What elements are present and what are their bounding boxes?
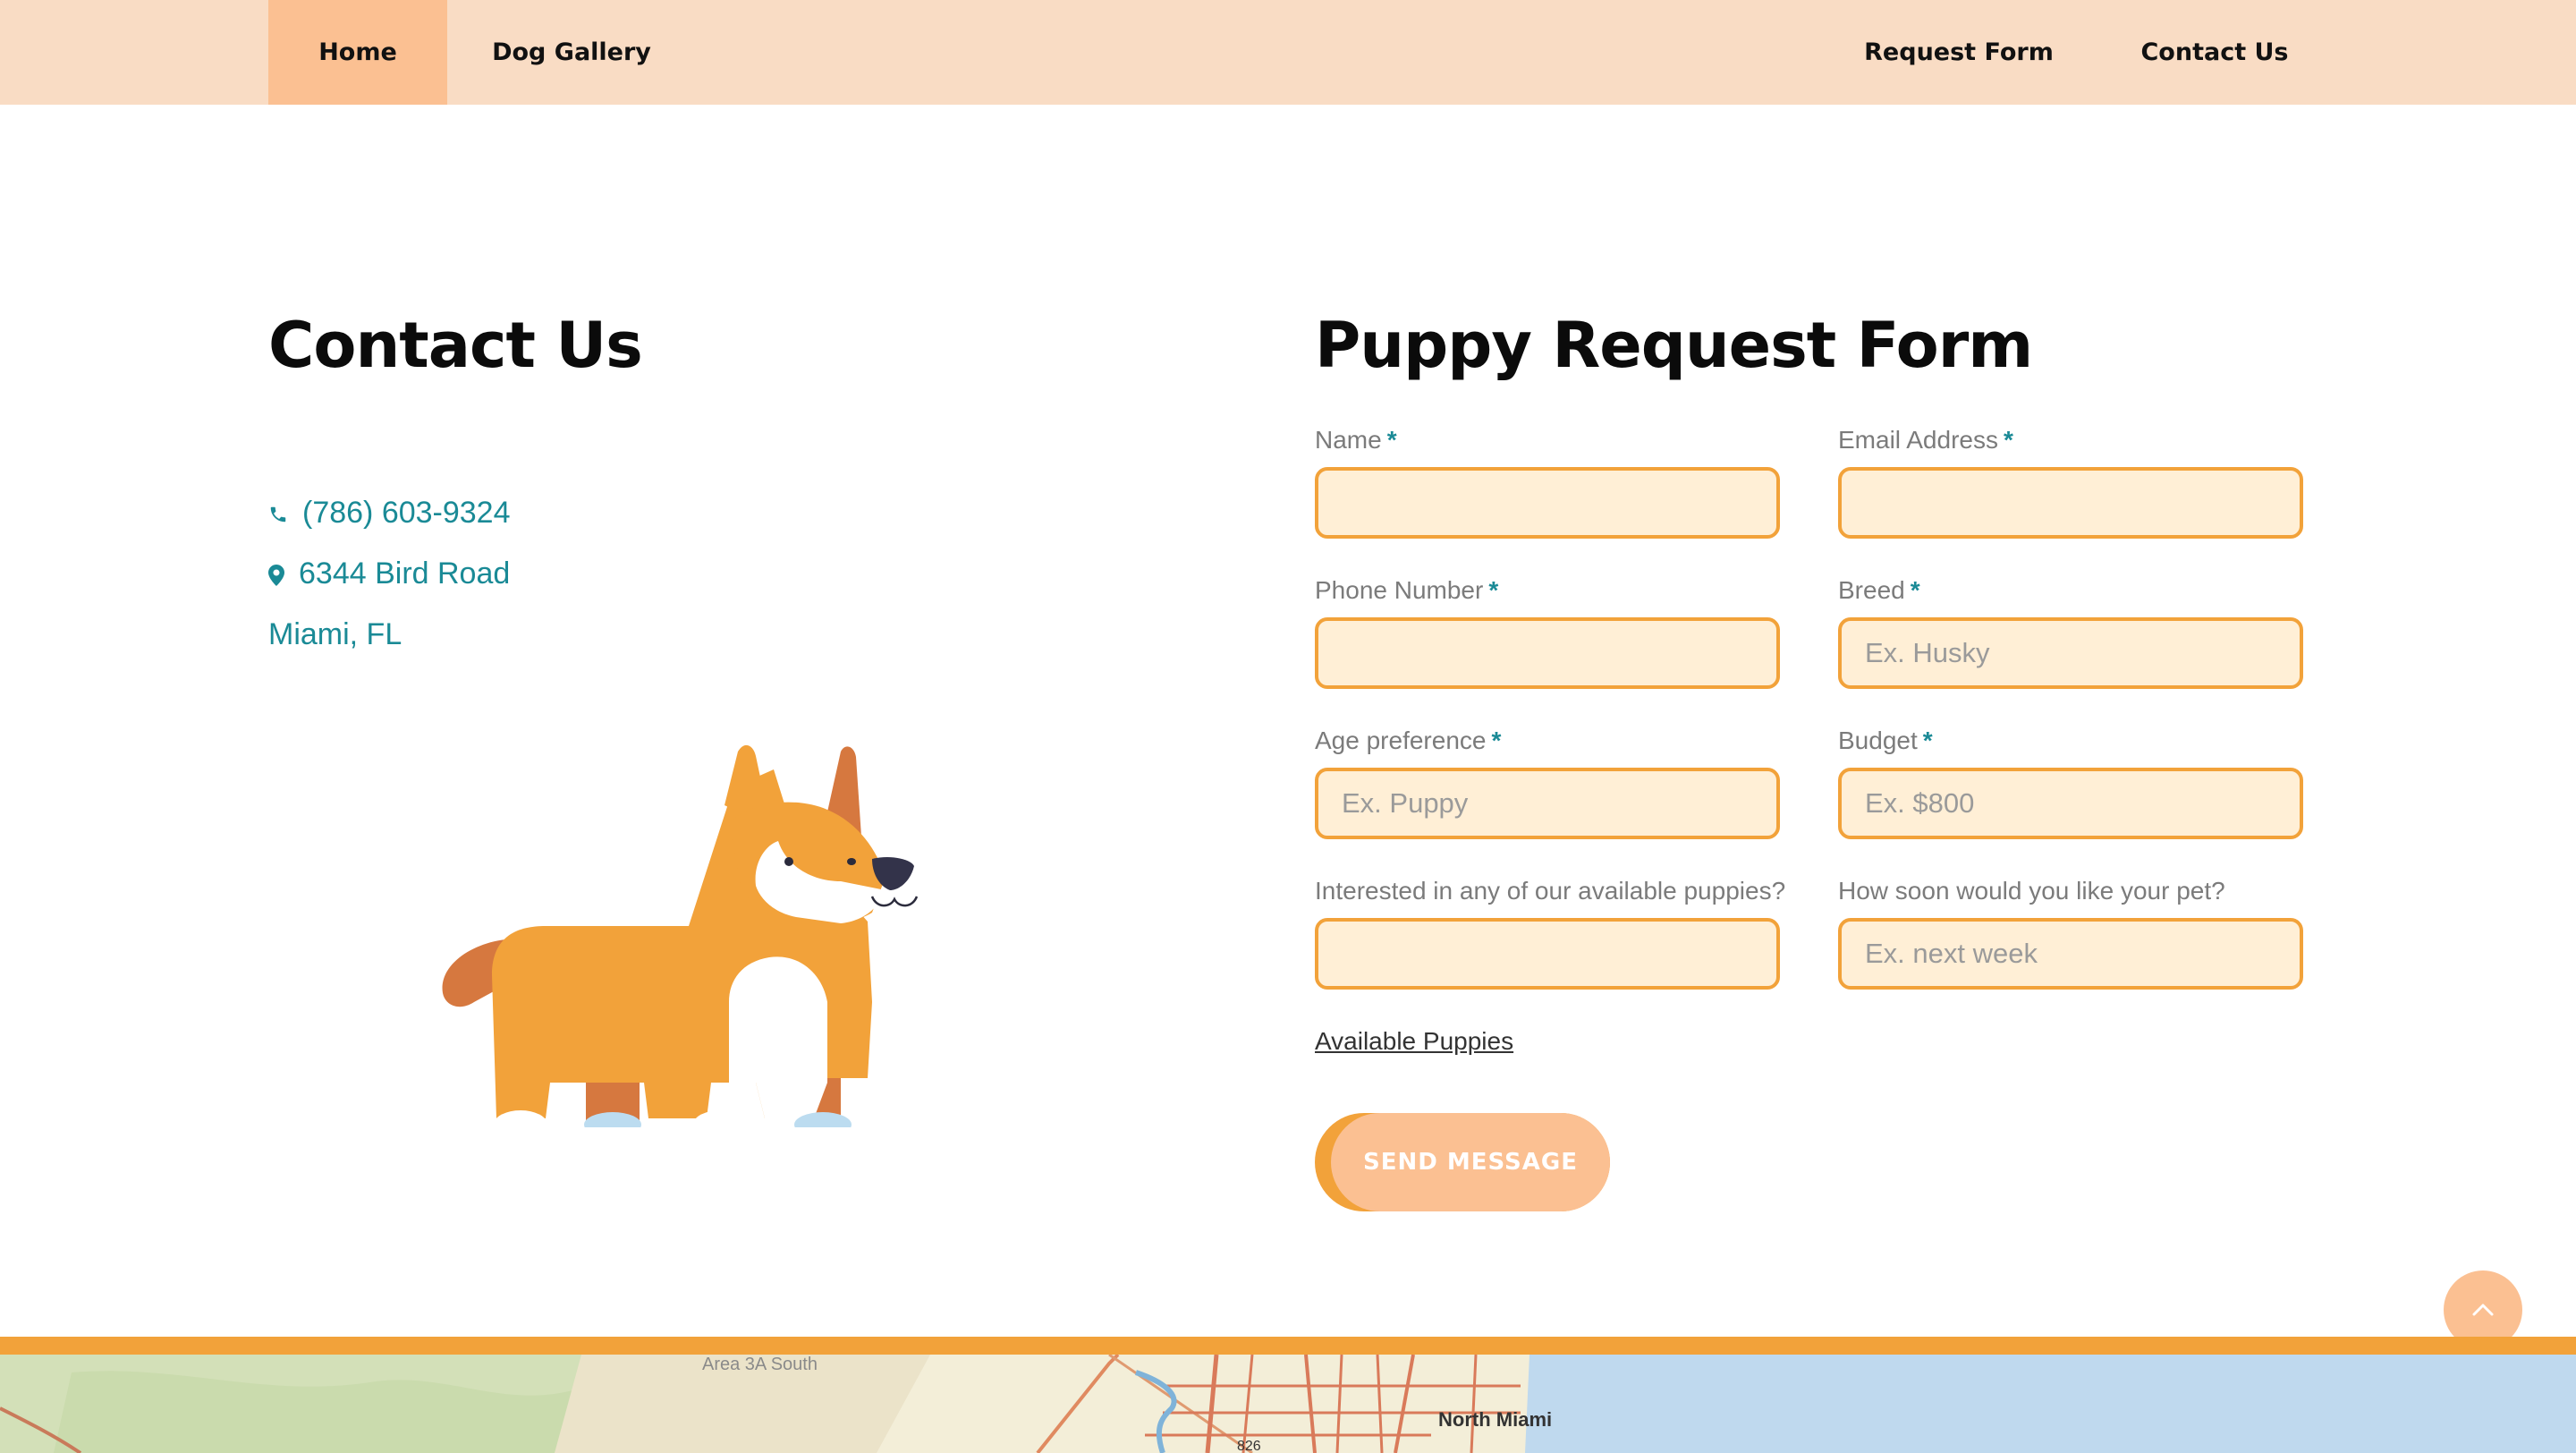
map-label-road: 826 xyxy=(1237,1439,1261,1453)
chevron-up-icon xyxy=(2472,1304,2494,1316)
interested-input[interactable] xyxy=(1315,918,1780,990)
budget-label: Budget * xyxy=(1838,726,1933,754)
budget-input[interactable] xyxy=(1838,768,2303,839)
nav-dog-gallery[interactable]: Dog Gallery xyxy=(483,0,660,105)
corgi-illustration xyxy=(442,744,919,1127)
interested-label: Interested in any of our available puppi… xyxy=(1315,877,1786,905)
phone-label: Phone Number * xyxy=(1315,576,1499,604)
form-title: Puppy Request Form xyxy=(1315,309,2033,382)
contact-address-text: 6344 Bird Road xyxy=(299,557,511,591)
contact-address: 6344 Bird Road xyxy=(268,557,510,591)
breed-input[interactable] xyxy=(1838,617,2303,689)
phone-icon xyxy=(268,505,288,524)
nav-home[interactable]: Home xyxy=(268,0,447,105)
send-message-button[interactable]: SEND MESSAGE xyxy=(1315,1113,1610,1211)
map-tiles xyxy=(0,1355,2576,1453)
nav-request-form[interactable]: Request Form xyxy=(1860,0,2057,105)
name-label: Name * xyxy=(1315,426,1397,454)
contact-phone-text: (786) 603-9324 xyxy=(302,496,511,530)
contact-city: Miami, FL xyxy=(268,617,402,651)
age-preference-label: Age preference * xyxy=(1315,726,1502,754)
breed-label: Breed * xyxy=(1838,576,1920,604)
map-label-north-miami: North Miami xyxy=(1438,1408,1553,1431)
map-top-border xyxy=(0,1337,2576,1355)
name-input[interactable] xyxy=(1315,467,1780,539)
map-embed[interactable]: Area 3A South North Miami 826 xyxy=(0,1355,2576,1453)
age-preference-input[interactable] xyxy=(1315,768,1780,839)
how-soon-label: How soon would you like your pet? xyxy=(1838,877,2225,905)
how-soon-input[interactable] xyxy=(1838,918,2303,990)
top-navigation: Home Dog Gallery Request Form Contact Us xyxy=(0,0,2576,105)
email-label: Email Address * xyxy=(1838,426,2013,454)
email-input[interactable] xyxy=(1838,467,2303,539)
nav-contact-us[interactable]: Contact Us xyxy=(2129,0,2301,105)
contact-phone[interactable]: (786) 603-9324 xyxy=(268,496,511,531)
send-message-label: SEND MESSAGE xyxy=(1331,1113,1610,1211)
map-pin-icon xyxy=(268,565,284,587)
contact-title: Contact Us xyxy=(268,309,643,382)
available-puppies-link[interactable]: Available Puppies xyxy=(1315,1027,1513,1056)
phone-input[interactable] xyxy=(1315,617,1780,689)
map-label-area: Area 3A South xyxy=(702,1355,818,1374)
